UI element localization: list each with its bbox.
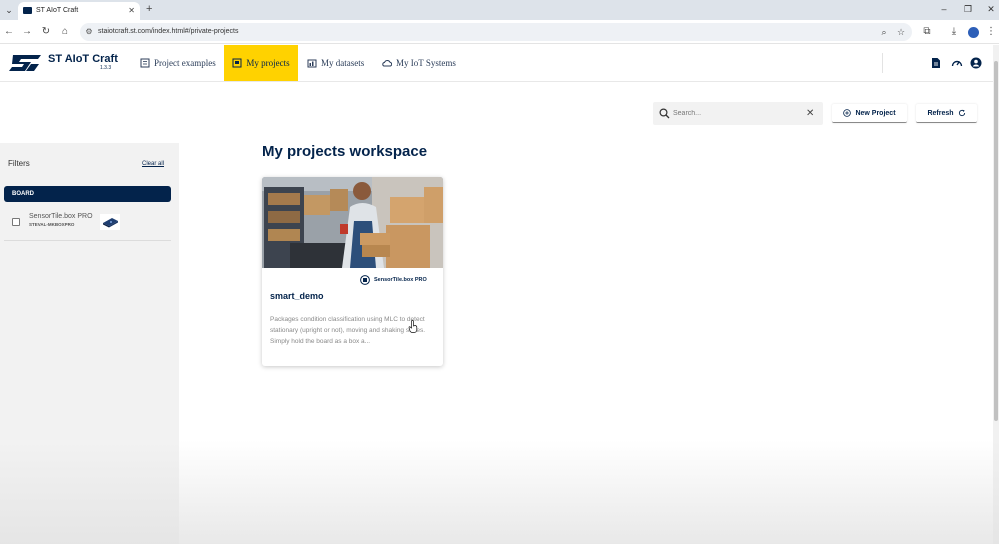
documentation-icon[interactable] bbox=[930, 57, 942, 69]
book-icon bbox=[140, 58, 150, 68]
search-icon bbox=[659, 108, 670, 119]
tab-title: ST AIoT Craft bbox=[36, 7, 79, 14]
home-icon[interactable]: ⌂ bbox=[59, 25, 71, 39]
nav-my-projects[interactable]: My projects bbox=[224, 45, 298, 81]
account-icon[interactable] bbox=[970, 57, 982, 69]
refresh-button[interactable]: Refresh bbox=[916, 104, 977, 123]
chip-icon bbox=[360, 275, 370, 285]
new-tab-button[interactable]: + bbox=[146, 3, 152, 16]
forward-icon[interactable]: → bbox=[21, 25, 33, 39]
board-checkbox[interactable] bbox=[12, 218, 20, 226]
hand-cursor-icon bbox=[408, 320, 418, 333]
browser-tab-bar: ⌄ ST AIoT Craft ✕ + – ❐ ✕ bbox=[0, 0, 999, 20]
extensions-icon[interactable]: ⧉ bbox=[920, 25, 934, 39]
zoom-icon[interactable]: ⌕ bbox=[878, 26, 890, 38]
board-name: SensorTile.box PRO bbox=[29, 213, 93, 220]
browser-menu-icon[interactable]: ⋮ bbox=[984, 25, 998, 39]
refresh-label: Refresh bbox=[927, 109, 954, 117]
board-thumbnail-icon bbox=[100, 214, 120, 230]
project-title[interactable]: smart_demo bbox=[270, 291, 324, 302]
dashboard-gauge-icon[interactable] bbox=[951, 57, 963, 69]
profile-avatar-icon[interactable] bbox=[968, 27, 979, 38]
site-info-icon[interactable]: ⚙ bbox=[84, 27, 94, 37]
tab-list-chevron-icon[interactable]: ⌄ bbox=[3, 4, 15, 16]
download-icon[interactable]: ⤓ bbox=[947, 25, 961, 39]
nav-label: My datasets bbox=[321, 58, 365, 68]
new-project-label: New Project bbox=[855, 109, 896, 117]
chip-label: SensorTile.box PRO bbox=[374, 277, 427, 283]
cloud-icon bbox=[382, 60, 392, 67]
url-field[interactable]: ⚙ staiotcraft.st.com/index.html#/private… bbox=[80, 23, 912, 41]
back-icon[interactable]: ← bbox=[3, 25, 15, 39]
board-chip: SensorTile.box PRO bbox=[360, 275, 427, 285]
search-field[interactable]: ✕ bbox=[653, 102, 823, 125]
board-filter-header[interactable]: BOARD bbox=[4, 186, 171, 202]
folder-icon bbox=[232, 58, 242, 68]
board-filter-option[interactable]: SensorTile.box PRO STEVAL-MKBOXPRO bbox=[4, 207, 171, 241]
project-card[interactable]: SensorTile.box PRO smart_demo Packages c… bbox=[262, 177, 443, 366]
nav-my-datasets[interactable]: My datasets bbox=[303, 45, 368, 81]
close-window-button[interactable]: ✕ bbox=[984, 3, 998, 16]
page-title: My projects workspace bbox=[262, 143, 428, 160]
search-input[interactable] bbox=[673, 106, 803, 121]
nav-label: Project examples bbox=[154, 58, 216, 68]
refresh-icon bbox=[958, 109, 965, 117]
st-logo-icon[interactable] bbox=[9, 55, 41, 71]
board-code: STEVAL-MKBOXPRO bbox=[29, 222, 75, 227]
nav-my-iot-systems[interactable]: My IoT Systems bbox=[378, 45, 460, 81]
url-text[interactable]: staiotcraft.st.com/index.html#/private-p… bbox=[98, 27, 238, 37]
app-header: ST AIoT Craft 1.3.3 Project examples My … bbox=[0, 45, 993, 82]
page-scrollbar[interactable] bbox=[993, 45, 999, 544]
nav-project-examples[interactable]: Project examples bbox=[136, 45, 220, 81]
scrollbar-thumb[interactable] bbox=[994, 61, 998, 421]
dataset-icon bbox=[307, 59, 317, 68]
clear-search-icon[interactable]: ✕ bbox=[806, 107, 814, 120]
minimize-button[interactable]: – bbox=[937, 3, 951, 16]
filters-heading: Filters bbox=[8, 159, 30, 168]
project-cover-image bbox=[262, 177, 443, 268]
nav-label: My IoT Systems bbox=[396, 58, 456, 68]
browser-address-bar: ← → ↻ ⌂ ⚙ staiotcraft.st.com/index.html#… bbox=[0, 20, 999, 44]
tab-close-icon[interactable]: ✕ bbox=[128, 5, 135, 16]
new-project-button[interactable]: New Project bbox=[832, 104, 907, 123]
browser-tab[interactable]: ST AIoT Craft ✕ bbox=[18, 2, 140, 20]
clear-all-link[interactable]: Clear all bbox=[142, 159, 164, 169]
st-favicon-icon bbox=[23, 7, 32, 14]
app-version: 1.3.3 bbox=[100, 65, 112, 71]
filters-sidebar: Filters Clear all BOARD SensorTile.box P… bbox=[0, 143, 179, 544]
reload-icon[interactable]: ↻ bbox=[40, 25, 52, 39]
add-circle-icon bbox=[843, 109, 852, 117]
header-divider bbox=[882, 53, 883, 73]
restore-button[interactable]: ❐ bbox=[961, 3, 975, 16]
bookmark-star-icon[interactable]: ☆ bbox=[895, 26, 907, 38]
nav-label: My projects bbox=[246, 58, 290, 68]
